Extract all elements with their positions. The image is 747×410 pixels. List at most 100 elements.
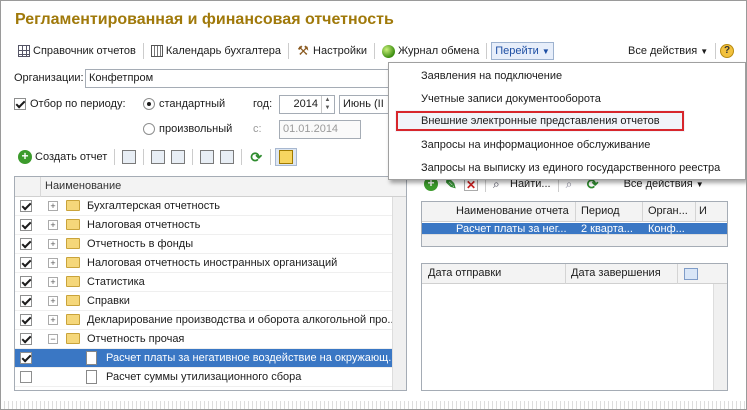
arbitrary-period-option[interactable]: произвольный <box>143 120 232 139</box>
chevron-down-icon: ▼ <box>695 179 704 189</box>
tree-row[interactable]: Расчет суммы утилизационного сбора <box>15 368 406 387</box>
row-checkbox[interactable] <box>20 333 32 345</box>
col-send-date: Дата отправки <box>428 267 502 279</box>
document-icon <box>86 370 97 384</box>
settings-button[interactable]: ⚒ Настройки <box>293 42 370 60</box>
tree-row[interactable]: + Налоговая отчетность <box>15 216 406 235</box>
period-filter[interactable]: Отбор по периоду: <box>14 95 126 114</box>
exchange-journal-label: Журнал обмена <box>397 45 480 57</box>
accountant-calendar-button[interactable]: Календарь бухгалтера <box>148 42 284 60</box>
standard-period-option[interactable]: стандартный <box>143 95 225 114</box>
tree-row[interactable]: + Бухгалтерская отчетность <box>15 197 406 216</box>
toolbar-separator <box>143 149 145 165</box>
help-icon[interactable]: ? <box>720 44 735 58</box>
row-checkbox[interactable] <box>20 200 32 212</box>
tree-row[interactable]: + Справки <box>15 292 406 311</box>
calendar-icon <box>150 45 163 57</box>
printer-icon <box>122 150 137 164</box>
sending-status-header: Дата отправки Дата завершения <box>422 264 727 284</box>
exchange-journal-button[interactable]: Журнал обмена <box>379 42 482 60</box>
col-divider <box>695 202 696 222</box>
refresh-button[interactable]: ⟳ <box>246 148 266 166</box>
expand-icon[interactable]: + <box>48 239 58 249</box>
check-icon <box>171 150 186 164</box>
expand-icon[interactable]: + <box>48 220 58 230</box>
row-checkbox[interactable] <box>20 276 32 288</box>
right-toolbar: Все действия ▼ ? <box>625 42 735 60</box>
menu-item-connection-requests[interactable]: Заявления на подключение <box>389 65 745 87</box>
horizontal-scrollbar[interactable] <box>422 234 727 246</box>
folder-icon <box>66 295 80 306</box>
expand-icon[interactable]: + <box>48 315 58 325</box>
period-filter-checkbox[interactable] <box>14 98 26 111</box>
export-icon <box>200 150 215 164</box>
settings-label: Настройки <box>313 45 367 57</box>
row-label: Статистика <box>87 276 145 288</box>
menu-item-external-representations[interactable]: Внешние электронные представления отчето… <box>395 110 685 132</box>
action-toolbar: + Создать отчет ⟳ <box>15 147 298 167</box>
tree-row[interactable]: − Отчетность прочая <box>15 330 406 349</box>
org-field[interactable]: Конфетпром <box>85 69 391 88</box>
col-divider <box>575 202 576 222</box>
goto-menu: Заявления на подключение Учетные записи … <box>388 62 746 180</box>
tree-row[interactable]: + Отчетность в фонды <box>15 235 406 254</box>
reports-directory-label: Справочник отчетов <box>33 45 136 57</box>
refresh-icon: ⟳ <box>250 149 263 165</box>
copy-icon <box>151 150 166 164</box>
check-button[interactable] <box>168 148 188 166</box>
toolbar-separator <box>288 43 290 59</box>
row-checkbox[interactable] <box>20 257 32 269</box>
plus-icon: + <box>18 150 32 164</box>
menu-item-registry-requests[interactable]: Запросы на выписку из единого государств… <box>389 157 745 179</box>
tree-row[interactable]: Расчет платы за негативное воздействие н… <box>15 349 406 368</box>
standard-radio[interactable] <box>143 98 155 111</box>
expand-icon[interactable]: − <box>48 334 58 344</box>
row-label: Налоговая отчетность <box>87 219 201 231</box>
chevron-down-icon: ▼ <box>541 46 550 56</box>
all-actions-button[interactable]: Все действия ▼ <box>625 42 711 60</box>
expand-icon[interactable]: + <box>48 201 58 211</box>
goto-button[interactable]: Перейти ▼ <box>491 42 554 60</box>
print-button[interactable] <box>119 148 139 166</box>
row-checkbox[interactable] <box>20 295 32 307</box>
row-label: Декларирование производства и оборота ал… <box>87 314 392 326</box>
folder-icon <box>66 219 80 230</box>
month-field[interactable]: Июнь (II <box>339 95 391 114</box>
toolbar-separator <box>373 43 375 59</box>
row-checkbox[interactable] <box>20 371 32 383</box>
panel-toggle-button[interactable] <box>275 148 298 166</box>
import-button[interactable] <box>217 148 237 166</box>
folder-icon <box>66 238 80 249</box>
tree-row[interactable]: + Статистика <box>15 273 406 292</box>
expand-icon[interactable]: + <box>48 277 58 287</box>
arbitrary-radio[interactable] <box>143 123 155 136</box>
col-organ: Орган... <box>648 205 688 217</box>
expand-icon[interactable]: + <box>48 296 58 306</box>
from-date-field[interactable]: 01.01.2014 <box>279 120 361 139</box>
col-divider <box>677 264 678 284</box>
row-checkbox[interactable] <box>20 352 32 364</box>
tree-row[interactable]: + Налоговая отчетность иностранных органи… <box>15 254 406 273</box>
create-report-button[interactable]: + Создать отчет <box>15 148 110 166</box>
expand-icon[interactable]: + <box>48 258 58 268</box>
tree-scrollbar[interactable] <box>392 197 406 390</box>
reports-directory-button[interactable]: Справочник отчетов <box>15 42 139 60</box>
col-report-name: Наименование отчета <box>456 205 569 217</box>
create-report-label: Создать отчет <box>35 151 108 163</box>
copy-button[interactable] <box>148 148 168 166</box>
row-label: Бухгалтерская отчетность <box>87 200 221 212</box>
row-checkbox[interactable] <box>20 314 32 326</box>
arbitrary-label: произвольный <box>159 123 233 135</box>
menu-item-document-accounts[interactable]: Учетные записи документооборота <box>389 88 745 110</box>
folder-icon <box>66 276 80 287</box>
status-scrollbar[interactable] <box>713 284 727 390</box>
year-spinner[interactable]: ▲ ▼ <box>321 96 333 113</box>
row-checkbox[interactable] <box>20 219 32 231</box>
grid-icon <box>18 45 30 57</box>
row-checkbox[interactable] <box>20 238 32 250</box>
tree-row[interactable]: + Декларирование производства и оборота а… <box>15 311 406 330</box>
menu-item-info-service-requests[interactable]: Запросы на информационное обслуживание <box>389 134 745 156</box>
export-button[interactable] <box>197 148 217 166</box>
toolbar-separator <box>486 43 488 59</box>
green-ball-icon <box>381 44 395 58</box>
